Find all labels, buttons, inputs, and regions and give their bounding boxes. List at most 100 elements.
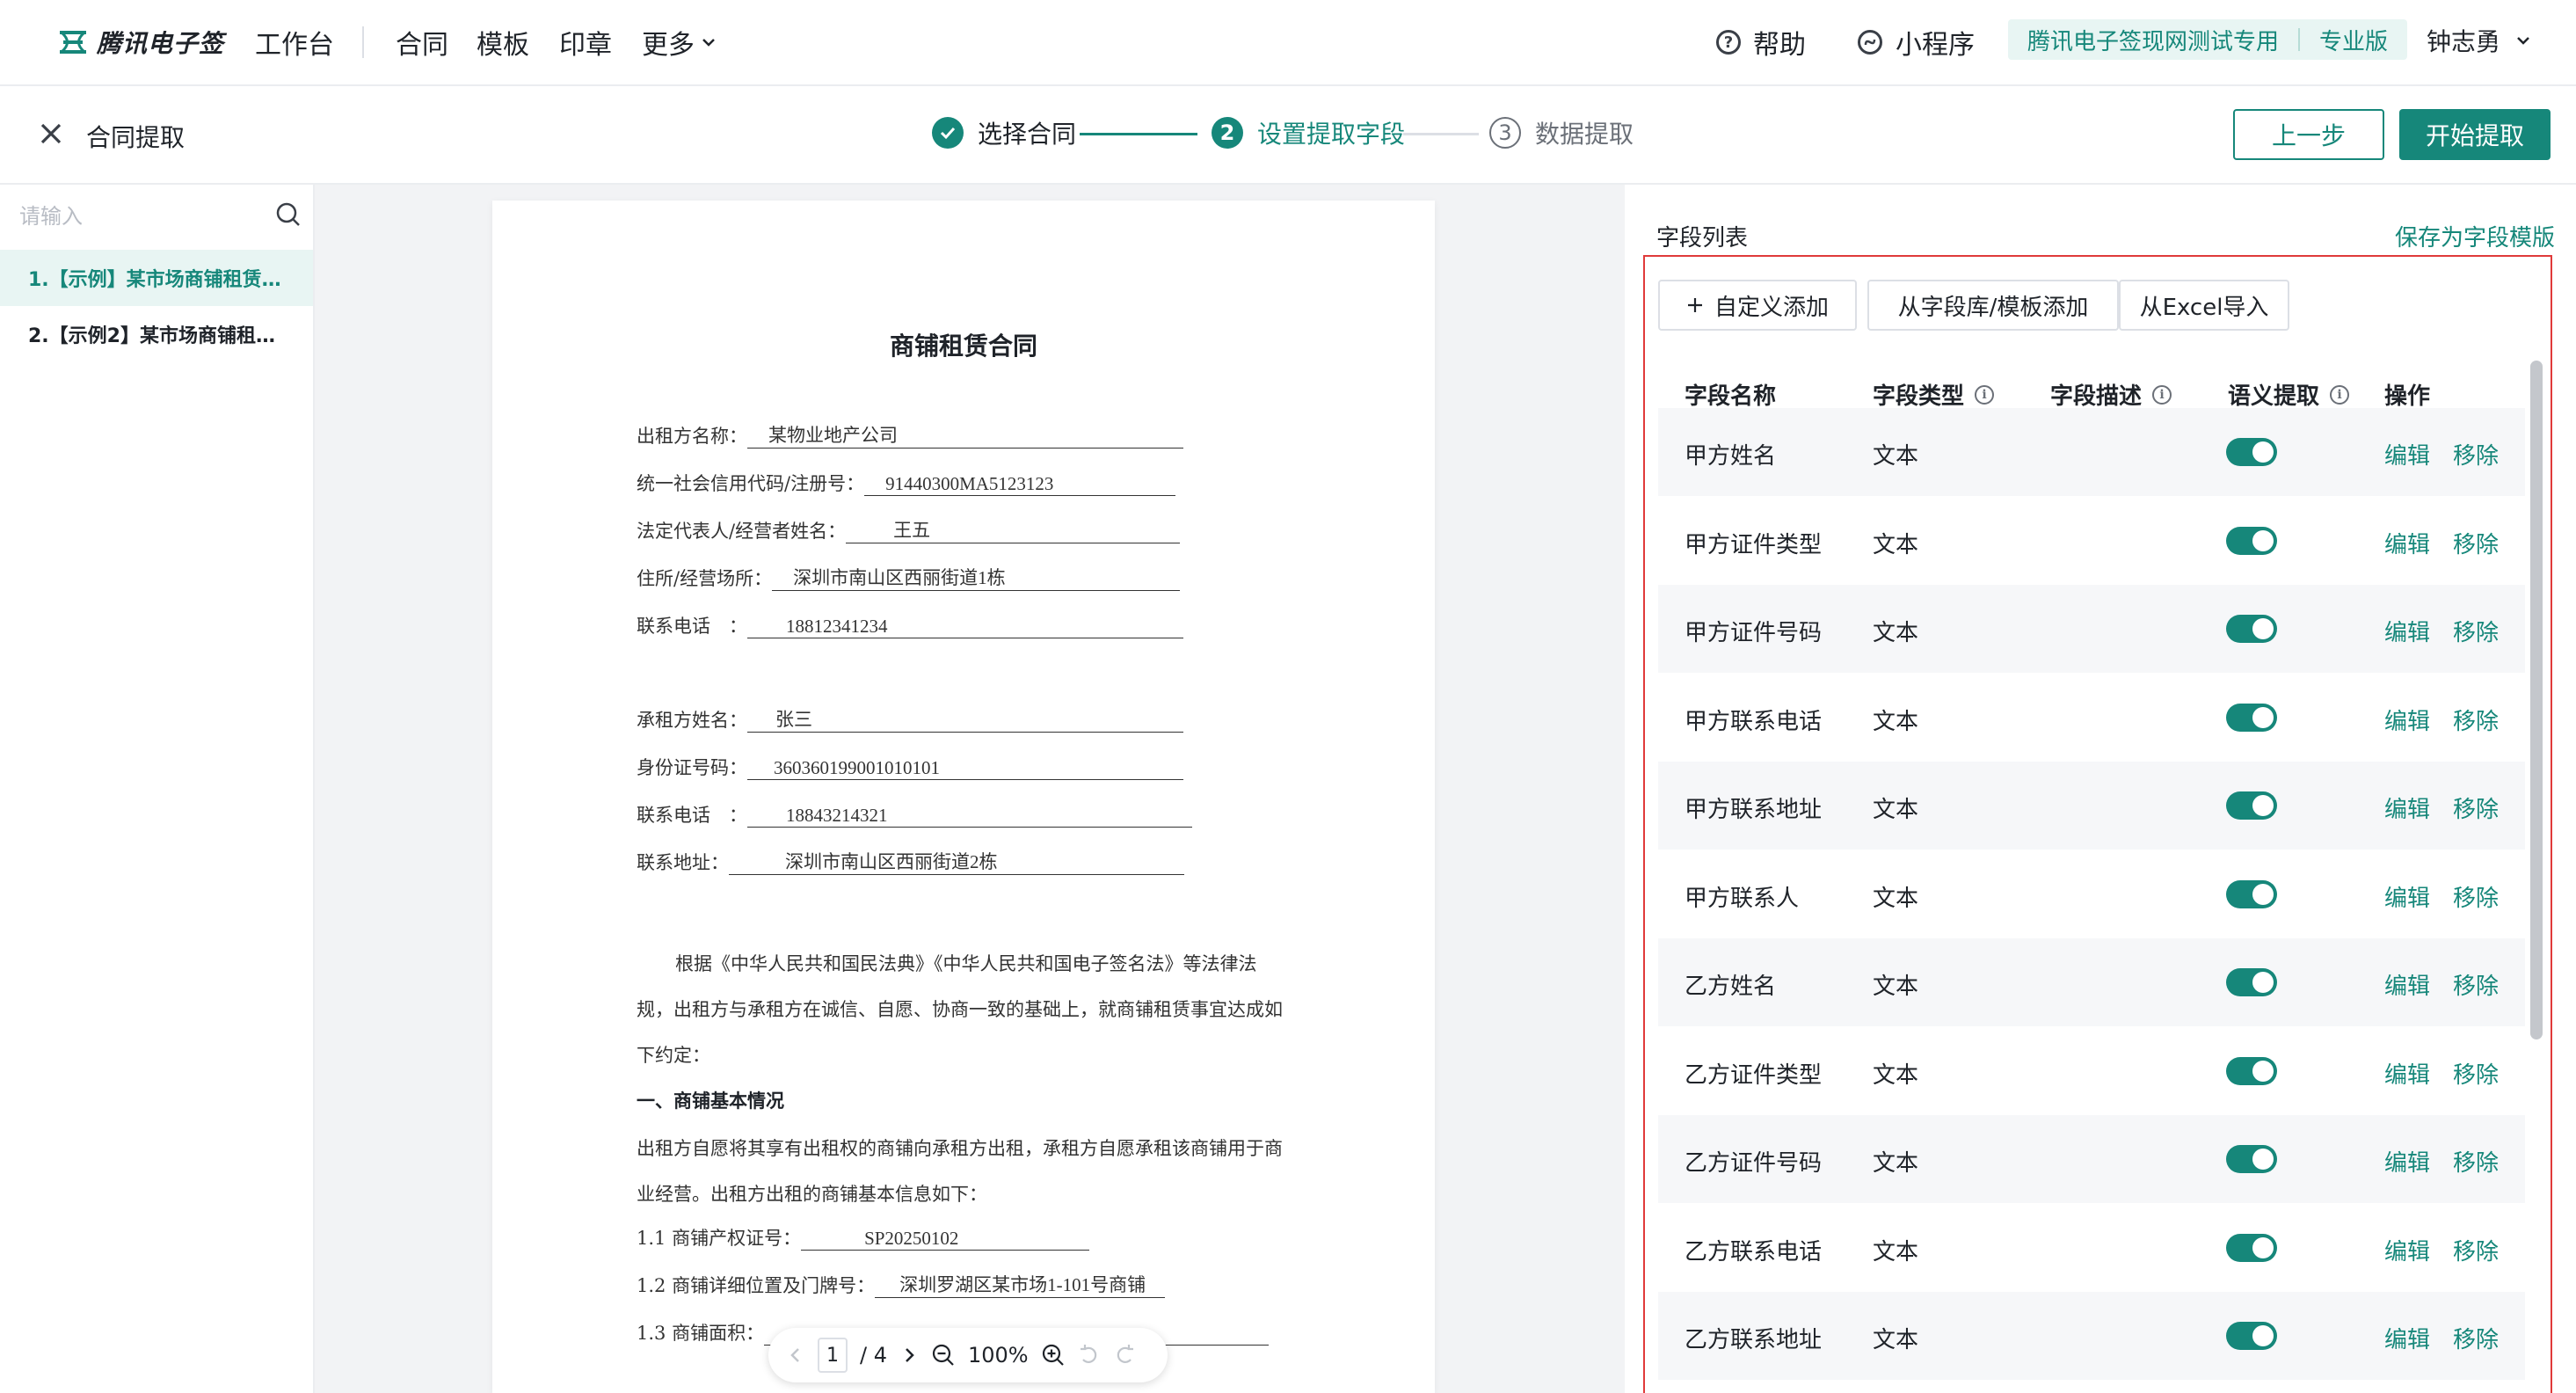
page-navigator: 1 / 4 100%	[768, 1328, 1168, 1382]
semantic-extract-toggle[interactable]	[2226, 1056, 2277, 1085]
remove-field-link[interactable]: 移除	[2453, 791, 2499, 824]
page-total: / 4	[860, 1343, 887, 1367]
edit-field-link[interactable]: 编辑	[2384, 1234, 2430, 1266]
chevron-right-icon[interactable]	[899, 1346, 919, 1365]
edit-field-link[interactable]: 编辑	[2384, 791, 2430, 824]
field-name: 乙方证件类型	[1685, 1061, 1823, 1089]
page-number-input[interactable]: 1	[818, 1338, 848, 1373]
semantic-extract-toggle[interactable]	[2226, 968, 2277, 996]
edit-field-link[interactable]: 编辑	[2384, 1057, 2430, 1090]
semantic-extract-toggle[interactable]	[2226, 1233, 2277, 1262]
field-type: 文本	[1873, 1327, 1919, 1353]
mini-program-label: 小程序	[1896, 30, 1975, 61]
semantic-extract-toggle[interactable]	[2226, 791, 2277, 820]
semantic-extract-toggle[interactable]	[2226, 879, 2277, 908]
field-type: 文本	[1873, 974, 1919, 1000]
semantic-extract-toggle[interactable]	[2226, 615, 2277, 643]
doc-field-line: 统一社会信用代码/注册号： 91440300MA5123123	[637, 470, 1176, 496]
edit-field-link[interactable]: 编辑	[2384, 880, 2430, 913]
doc-field-value: 18812341234	[747, 612, 1183, 638]
field-table-row: 甲方联系地址 文本 编辑 移除	[1658, 762, 2525, 850]
remove-field-link[interactable]: 移除	[2453, 527, 2499, 559]
edition-badge: 专业版	[2319, 28, 2389, 55]
nav-contracts[interactable]: 合同	[396, 23, 448, 62]
field-name: 甲方证件号码	[1685, 620, 1823, 646]
brand-name: 腾讯电子签	[97, 29, 225, 58]
doc-field-label: 身份证号码：	[637, 757, 747, 778]
step-label: 数据提取	[1535, 120, 1634, 149]
search-input[interactable]	[18, 198, 276, 235]
doc-field-label: 出租方名称：	[637, 426, 747, 447]
mini-program-icon	[1858, 30, 1882, 55]
rotate-right-icon[interactable]	[1113, 1344, 1136, 1367]
field-name: 甲方姓名	[1685, 443, 1777, 470]
field-type: 文本	[1873, 708, 1919, 735]
field-name: 乙方联系地址	[1685, 1327, 1823, 1353]
brand-logo[interactable]: 腾讯电子签	[58, 25, 224, 60]
edit-field-link[interactable]: 编辑	[2384, 1322, 2430, 1354]
semantic-extract-toggle[interactable]	[2226, 1322, 2277, 1350]
custom-add-label: 自定义添加	[1714, 294, 1829, 321]
edit-field-link[interactable]: 编辑	[2384, 1145, 2430, 1178]
edit-field-link[interactable]: 编辑	[2384, 968, 2430, 1001]
document-title: 商铺租赁合同	[889, 332, 1037, 361]
edit-field-link[interactable]: 编辑	[2384, 438, 2430, 470]
doc-field-value: 18843214321	[747, 801, 1192, 828]
user-menu[interactable]: 钟志勇	[2427, 23, 2532, 58]
scrollbar-thumb[interactable]	[2530, 361, 2543, 1039]
edit-field-link[interactable]: 编辑	[2384, 704, 2430, 736]
close-icon[interactable]	[35, 118, 67, 150]
remove-field-link[interactable]: 移除	[2453, 1322, 2499, 1354]
doc-field-line: 1.1 商铺产权证号： SP20250102	[637, 1224, 1090, 1251]
doc-field-label: 统一社会信用代码/注册号：	[637, 473, 865, 494]
nav-more[interactable]: 更多	[642, 23, 717, 62]
semantic-extract-toggle[interactable]	[2226, 438, 2277, 466]
org-switcher[interactable]: 腾讯电子签现网测试专用 专业版	[2008, 19, 2408, 60]
edit-field-link[interactable]: 编辑	[2384, 527, 2430, 559]
remove-field-link[interactable]: 移除	[2453, 615, 2499, 647]
prev-step-button[interactable]: 上一步	[2233, 109, 2384, 160]
remove-field-link[interactable]: 移除	[2453, 1234, 2499, 1266]
nav-workbench[interactable]: 工作台	[255, 23, 334, 62]
edit-field-link[interactable]: 编辑	[2384, 615, 2430, 647]
remove-field-link[interactable]: 移除	[2453, 968, 2499, 1001]
contract-list-item[interactable]: 1.【示例】某市场商铺租赁合同	[0, 250, 313, 306]
field-name: 乙方证件号码	[1685, 1150, 1823, 1177]
remove-field-link[interactable]: 移除	[2453, 1145, 2499, 1178]
field-table-row: 甲方证件号码 文本 编辑 移除	[1658, 585, 2525, 673]
semantic-extract-toggle[interactable]	[2226, 1145, 2277, 1173]
contract-list-item[interactable]: 2.【示例2】某市场商铺租赁合同	[0, 306, 313, 362]
search-icon[interactable]	[274, 201, 302, 229]
zoom-out-icon[interactable]	[931, 1343, 956, 1367]
mini-program-button[interactable]: 小程序	[1857, 23, 1975, 62]
save-field-template-link[interactable]: 保存为字段模版	[2395, 220, 2555, 252]
doc-field-line: 住所/经营场所： 深圳市南山区西丽街道1栋	[637, 565, 1181, 591]
zoom-level: 100%	[967, 1343, 1029, 1367]
field-table-row: 乙方姓名 文本 编辑 移除	[1658, 938, 2525, 1026]
help-button[interactable]: ? 帮助	[1716, 23, 1806, 62]
doc-field-label: 1.1 商铺产权证号：	[637, 1228, 802, 1249]
remove-field-link[interactable]: 移除	[2453, 880, 2499, 913]
doc-field-value: 深圳市南山区西丽街道2栋	[729, 849, 1184, 875]
semantic-extract-toggle[interactable]	[2226, 703, 2277, 732]
remove-field-link[interactable]: 移除	[2453, 704, 2499, 736]
doc-section-heading: 一、商铺基本情况	[637, 1090, 784, 1112]
remove-field-link[interactable]: 移除	[2453, 438, 2499, 470]
semantic-extract-toggle[interactable]	[2226, 526, 2277, 555]
doc-field-value: 某物业地产公司	[747, 422, 1183, 449]
chevron-left-icon[interactable]	[786, 1346, 805, 1365]
rotate-left-icon[interactable]	[1078, 1344, 1101, 1367]
nav-templates[interactable]: 模板	[477, 23, 529, 62]
zoom-in-icon[interactable]	[1041, 1343, 1066, 1367]
field-table-row: 甲方联系电话 文本 编辑 移除	[1658, 674, 2525, 762]
nav-seals[interactable]: 印章	[559, 23, 612, 62]
import-excel-button[interactable]: 从Excel导入	[2119, 280, 2289, 331]
doc-field-line: 承租方姓名： 张三	[637, 706, 1183, 733]
add-from-library-button[interactable]: 从字段库/模板添加	[1867, 280, 2119, 331]
custom-add-button[interactable]: 自定义添加	[1658, 280, 1857, 331]
remove-field-link[interactable]: 移除	[2453, 1057, 2499, 1090]
logo-icon	[60, 31, 86, 54]
plus-icon	[1687, 298, 1702, 312]
start-extract-button[interactable]: 开始提取	[2399, 109, 2551, 160]
chevron-down-icon	[2517, 37, 2529, 45]
